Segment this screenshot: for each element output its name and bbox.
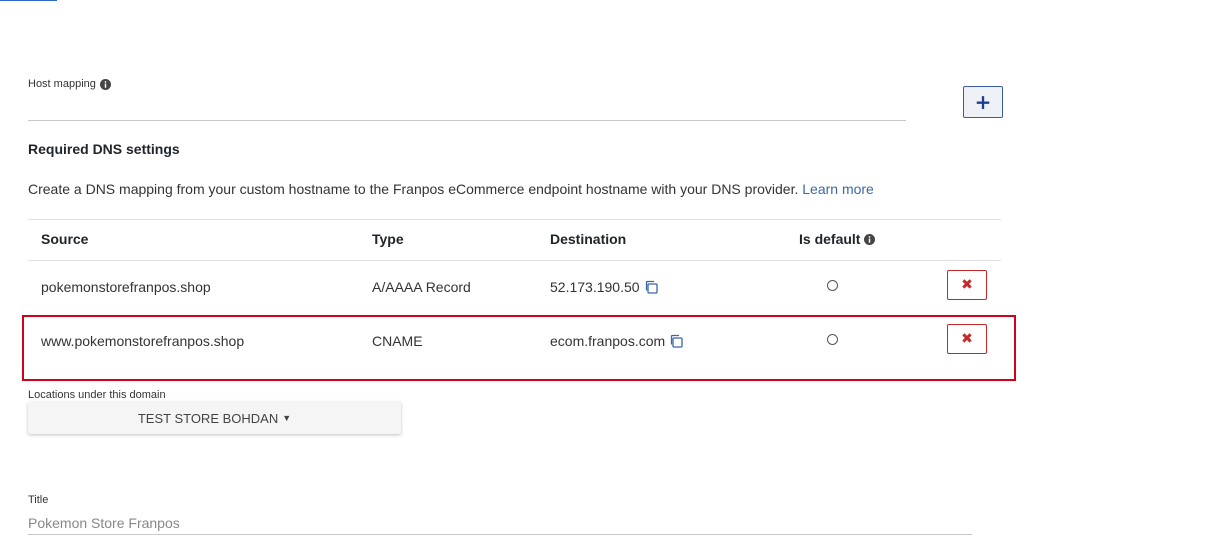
locations-selected: TEST STORE BOHDAN: [137, 410, 279, 426]
row-destination: 52.173.190.50: [550, 279, 658, 295]
add-host-mapping-button[interactable]: +: [963, 86, 1003, 118]
locations-label: Locations under this domain: [28, 389, 166, 401]
host-mapping-input-line[interactable]: [28, 120, 906, 121]
is-default-radio[interactable]: [827, 334, 838, 345]
column-header-is-default: Is default: [799, 231, 876, 247]
copy-icon[interactable]: [644, 280, 658, 294]
row-source: pokemonstorefranpos.shop: [41, 279, 211, 295]
is-default-radio[interactable]: [827, 280, 838, 291]
info-icon[interactable]: [99, 78, 111, 90]
row-type: A/AAAA Record: [372, 279, 471, 295]
host-mapping-label: Host mapping: [28, 78, 111, 90]
title-input[interactable]: [28, 512, 972, 535]
column-header-type: Type: [372, 231, 404, 247]
top-accent-line: [0, 0, 57, 1]
locations-dropdown[interactable]: TEST STORE BOHDAN ▼: [28, 402, 401, 434]
delete-row-button[interactable]: ✖: [947, 270, 987, 300]
learn-more-link[interactable]: Learn more: [802, 181, 874, 197]
column-header-source: Source: [41, 231, 89, 247]
title-label: Title: [28, 494, 49, 506]
row-type: CNAME: [372, 333, 423, 349]
row-destination: ecom.franpos.com: [550, 333, 683, 349]
caret-down-icon: ▼: [282, 413, 292, 423]
dns-settings-heading: Required DNS settings: [28, 141, 180, 157]
info-icon[interactable]: [864, 233, 876, 245]
row-source: www.pokemonstorefranpos.shop: [41, 333, 245, 349]
copy-icon[interactable]: [669, 334, 683, 348]
column-header-destination: Destination: [550, 231, 627, 247]
table-row: pokemonstorefranpos.shop A/AAAA Record 5…: [28, 260, 1001, 314]
table-row: www.pokemonstorefranpos.shop CNAME ecom.…: [28, 314, 1001, 368]
dns-description: Create a DNS mapping from your custom ho…: [28, 181, 874, 197]
table-top-divider: [28, 219, 1001, 220]
delete-row-button[interactable]: ✖: [947, 324, 987, 354]
